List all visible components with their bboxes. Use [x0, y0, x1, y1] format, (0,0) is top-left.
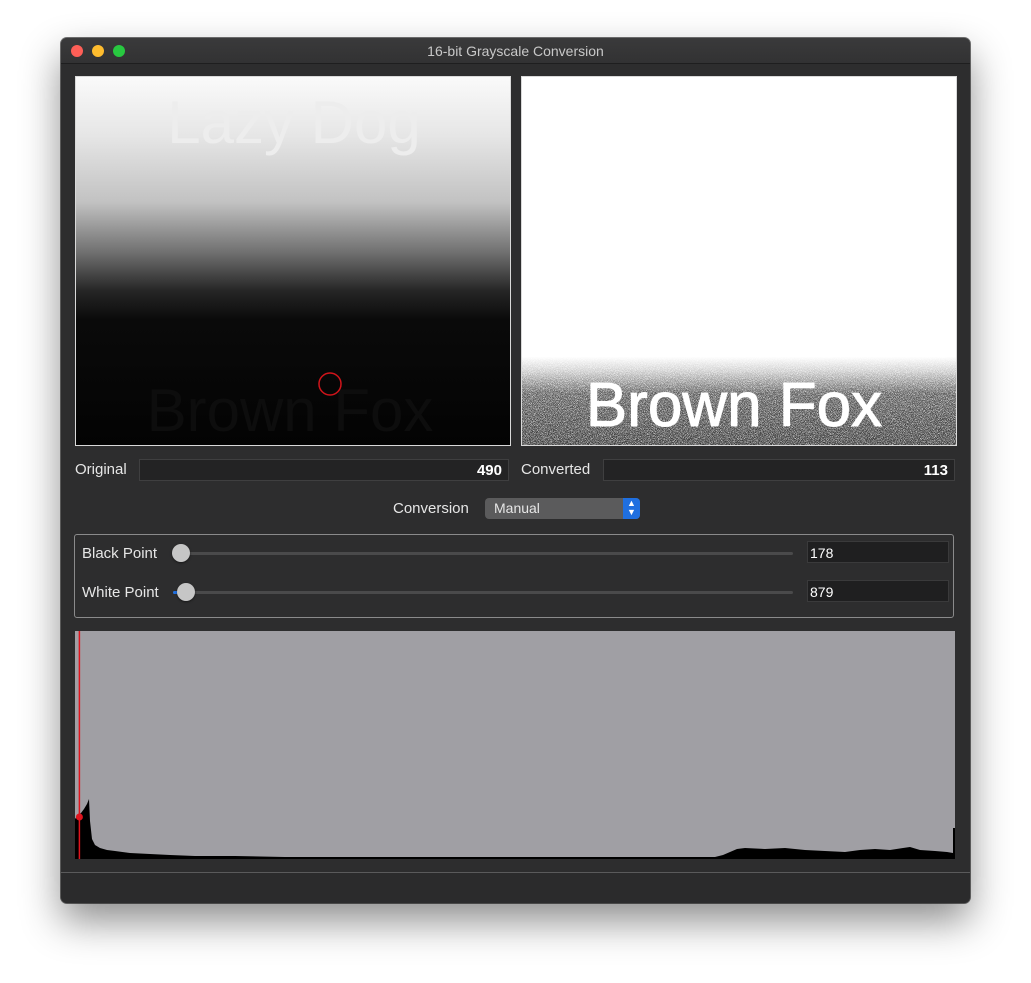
black-point-label: Black Point: [82, 545, 158, 562]
original-image[interactable]: Lazy Dog Brown Fox: [75, 76, 511, 446]
histogram-background: [75, 631, 955, 859]
black-point-track[interactable]: [173, 552, 793, 555]
original-label: Original: [75, 461, 127, 478]
title-bar[interactable]: 16-bit Grayscale Conversion: [61, 38, 970, 64]
original-bottom-text: Brown Fox: [147, 377, 434, 444]
white-point-label: White Point: [82, 584, 159, 601]
white-point-field[interactable]: 879: [807, 580, 949, 602]
white-point-track[interactable]: [173, 591, 793, 594]
levels-group: Black Point 178 White Point 879: [74, 534, 954, 618]
popup-chevron-icon: ▲ ▼: [623, 498, 640, 519]
histogram[interactable]: [75, 631, 955, 859]
conversion-window: 16-bit Grayscale Conversion Lazy Dog Bro…: [61, 38, 970, 903]
conversion-label: Conversion: [393, 500, 469, 517]
black-point-slider-knob[interactable]: [172, 544, 190, 562]
window-title: 16-bit Grayscale Conversion: [427, 43, 604, 59]
black-point-field[interactable]: 178: [807, 541, 949, 563]
conversion-selected-value: Manual: [494, 500, 540, 516]
converted-value-field: 113: [603, 459, 955, 481]
histogram-marker-dot-icon: [75, 813, 83, 821]
original-value-field: 490: [139, 459, 509, 481]
conversion-select[interactable]: Manual ▲ ▼: [485, 498, 640, 519]
converted-image: Brown Fox: [521, 76, 957, 446]
converted-text: Brown Fox: [586, 371, 882, 440]
white-point-slider-knob[interactable]: [177, 583, 196, 601]
converted-label: Converted: [521, 461, 591, 478]
bottom-bar: [61, 872, 970, 903]
original-top-text: Lazy Dog: [167, 89, 420, 156]
